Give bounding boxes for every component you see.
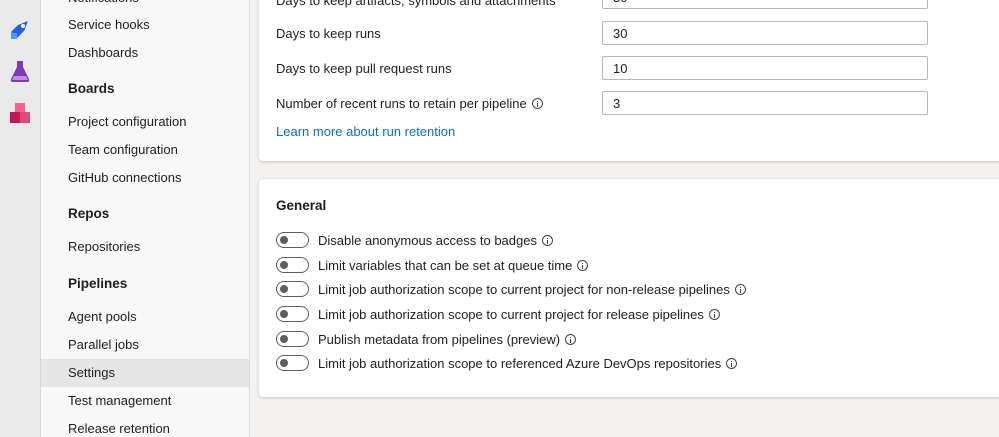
runs-retention-label: Days to keep runs	[276, 26, 381, 41]
toggle-row-scope-non-release: Limit job authorization scope to current…	[276, 280, 746, 298]
test-plans-icon[interactable]	[8, 59, 32, 83]
runs-retention-input[interactable]	[602, 21, 928, 45]
info-icon[interactable]	[531, 98, 543, 109]
toggle-row-limit-variables: Limit variables that can be set at queue…	[276, 256, 589, 274]
general-card: General Disable anonymous access to badg…	[259, 179, 999, 397]
artifacts-retention-label: Days to keep artifacts, symbols and atta…	[276, 0, 556, 8]
learn-more-run-retention-link[interactable]: Learn more about run retention	[276, 124, 455, 139]
toggle-knob	[280, 285, 288, 293]
sidebar-item-dashboards[interactable]: Dashboards	[41, 39, 249, 67]
recent-runs-label: Number of recent runs to retain per pipe…	[276, 96, 543, 111]
scope-non-release-label: Limit job authorization scope to current…	[318, 281, 730, 297]
sidebar-section-pipelines: Pipelines	[68, 276, 128, 291]
pipelines-icon[interactable]	[8, 18, 32, 42]
sidebar-section-boards: Boards	[68, 81, 115, 96]
artifacts-icon[interactable]	[8, 101, 32, 125]
artifacts-retention-label-text: Days to keep artifacts, symbols and atta…	[276, 0, 556, 8]
recent-runs-label-text: Number of recent runs to retain per pipe…	[276, 96, 527, 111]
sidebar-item-project-configuration[interactable]: Project configuration	[41, 108, 249, 136]
limit-variables-toggle[interactable]	[276, 257, 309, 273]
sidebar-item-repositories[interactable]: Repositories	[41, 233, 249, 261]
info-icon[interactable]	[708, 308, 720, 320]
toggle-knob	[280, 335, 288, 343]
sidebar-item-settings[interactable]: Settings	[41, 359, 249, 387]
app-rail	[0, 0, 41, 437]
toggle-knob	[280, 310, 288, 318]
toggle-row-scope-release: Limit job authorization scope to current…	[276, 305, 720, 323]
sidebar-item-test-management[interactable]: Test management	[41, 387, 249, 415]
limit-variables-label: Limit variables that can be set at queue…	[318, 257, 573, 273]
info-icon[interactable]	[541, 234, 553, 246]
scope-release-label: Limit job authorization scope to current…	[318, 306, 704, 322]
info-icon[interactable]	[565, 333, 577, 345]
scope-release-toggle[interactable]	[276, 306, 309, 322]
sidebar-section-repos: Repos	[68, 206, 110, 221]
sidebar-item-github-connections[interactable]: GitHub connections	[41, 164, 249, 192]
info-icon[interactable]	[577, 259, 589, 271]
anonymous-badges-label: Disable anonymous access to badges	[318, 232, 537, 248]
scope-non-release-toggle[interactable]	[276, 281, 309, 297]
toggle-row-anonymous-badges: Disable anonymous access to badges	[276, 231, 553, 249]
publish-metadata-label: Publish metadata from pipelines (preview…	[318, 331, 561, 347]
artifacts-retention-input[interactable]	[602, 0, 928, 9]
runs-retention-label-text: Days to keep runs	[276, 26, 381, 41]
scope-referenced-repos-label: Limit job authorization scope to referen…	[318, 355, 722, 371]
sidebar-item-service-hooks[interactable]: Service hooks	[41, 11, 249, 39]
pr-runs-retention-label-text: Days to keep pull request runs	[276, 61, 452, 76]
info-icon[interactable]	[734, 283, 746, 295]
general-section-title: General	[276, 198, 327, 213]
scope-referenced-repos-toggle[interactable]	[276, 355, 309, 371]
sidebar-item-team-configuration[interactable]: Team configuration	[41, 136, 249, 164]
publish-metadata-toggle[interactable]	[276, 331, 309, 347]
info-icon[interactable]	[726, 357, 738, 369]
anonymous-badges-toggle[interactable]	[276, 232, 309, 248]
toggle-row-publish-metadata: Publish metadata from pipelines (preview…	[276, 330, 577, 348]
sidebar-item-release-retention[interactable]: Release retention	[41, 415, 249, 437]
retention-card: Days to keep artifacts, symbols and atta…	[259, 0, 999, 161]
sidebar-item-agent-pools[interactable]: Agent pools	[41, 303, 249, 331]
toggle-knob	[280, 261, 288, 269]
toggle-knob	[280, 236, 288, 244]
sidebar-item-parallel-jobs[interactable]: Parallel jobs	[41, 331, 249, 359]
main-content: Days to keep artifacts, symbols and atta…	[250, 0, 999, 437]
recent-runs-input[interactable]	[602, 91, 928, 115]
pr-runs-retention-input[interactable]	[602, 56, 928, 80]
settings-sidebar: Notifications Service hooks Dashboards B…	[41, 0, 250, 437]
toggle-knob	[280, 359, 288, 367]
pr-runs-retention-label: Days to keep pull request runs	[276, 61, 452, 76]
toggle-row-scope-referenced-repos: Limit job authorization scope to referen…	[276, 354, 738, 372]
